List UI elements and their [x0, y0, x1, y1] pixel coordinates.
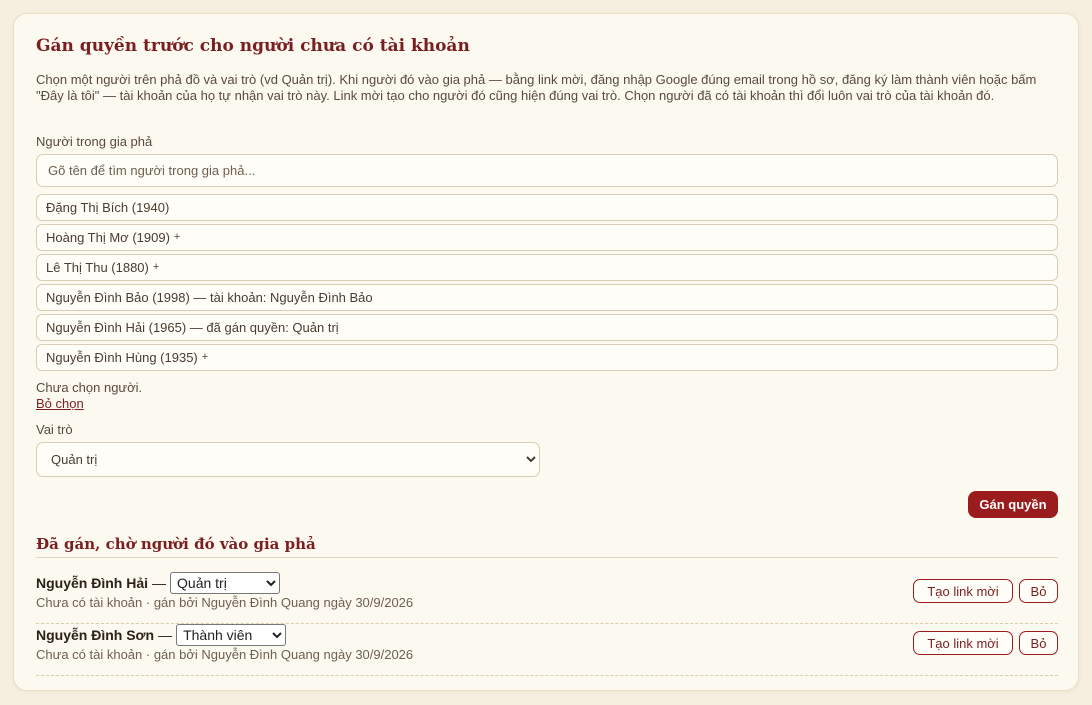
selection-status: Chưa chọn người. — [36, 380, 143, 395]
person-option-label: Nguyễn Đình Bảo (1998) — tài khoản: Nguy… — [46, 290, 373, 305]
remove-assignment-button[interactable]: Bỏ — [1019, 579, 1058, 603]
assign-role-card: Gán quyền trước cho người chưa có tài kh… — [13, 13, 1079, 691]
person-option-label: Nguyễn Đình Hùng (1935) — [46, 350, 198, 365]
section-divider — [36, 557, 1058, 558]
assign-role-button[interactable]: Gán quyền — [968, 491, 1058, 518]
plus-icon: + — [152, 261, 160, 273]
plus-icon: + — [173, 231, 181, 243]
pending-row: Nguyễn Đình Hải — Quản trị Chưa có tài k… — [36, 572, 1058, 624]
person-option[interactable]: Nguyễn Đình Hải (1965) — đã gán quyền: Q… — [36, 314, 1058, 341]
person-search-input[interactable] — [36, 154, 1058, 187]
name-separator: — — [152, 575, 167, 591]
person-option-label: Hoàng Thị Mơ (1909) — [46, 230, 170, 245]
person-option[interactable]: Đặng Thị Bích (1940) — [36, 194, 1058, 221]
pending-role-select[interactable]: Thành viên — [176, 624, 287, 646]
create-invite-link-button[interactable]: Tạo link mời — [913, 579, 1013, 603]
person-option-label: Lê Thị Thu (1880) — [46, 260, 149, 275]
person-suggestion-list: Đặng Thị Bích (1940) Hoàng Thị Mơ (1909)… — [36, 194, 1058, 374]
plus-icon: + — [201, 351, 209, 363]
pending-row-note: Chưa có tài khoản · gán bởi Nguyễn Đình … — [36, 647, 414, 662]
person-option[interactable]: Nguyễn Đình Bảo (1998) — tài khoản: Nguy… — [36, 284, 1058, 311]
pending-section-title: Đã gán, chờ người đó vào gia phả — [36, 535, 316, 553]
role-field-label: Vai trò — [36, 422, 73, 437]
pending-person-name: Nguyễn Đình Sơn — [36, 627, 155, 643]
person-option-label: Đặng Thị Bích (1940) — [46, 200, 170, 215]
pending-row-note: Chưa có tài khoản · gán bởi Nguyễn Đình … — [36, 595, 414, 610]
pending-role-select[interactable]: Quản trị — [170, 572, 281, 594]
create-invite-link-button[interactable]: Tạo link mời — [913, 631, 1013, 655]
role-select[interactable]: Quản trị — [36, 442, 540, 477]
pending-row: Nguyễn Đình Sơn — Thành viên Chưa có tài… — [36, 624, 1058, 676]
remove-assignment-button[interactable]: Bỏ — [1019, 631, 1058, 655]
card-title: Gán quyền trước cho người chưa có tài kh… — [36, 36, 470, 56]
name-separator: — — [158, 627, 173, 643]
unselect-link[interactable]: Bỏ chọn — [36, 396, 84, 411]
pending-person-name: Nguyễn Đình Hải — [36, 575, 149, 591]
person-option[interactable]: Lê Thị Thu (1880) + — [36, 254, 1058, 281]
person-option-label: Nguyễn Đình Hải (1965) — đã gán quyền: Q… — [46, 320, 339, 335]
person-option[interactable]: Hoàng Thị Mơ (1909) + — [36, 224, 1058, 251]
person-option[interactable]: Nguyễn Đình Hùng (1935) + — [36, 344, 1058, 371]
person-field-label: Người trong gia phả — [36, 134, 153, 149]
card-description: Chọn một người trên phả đồ và vai trò (v… — [36, 72, 1037, 103]
